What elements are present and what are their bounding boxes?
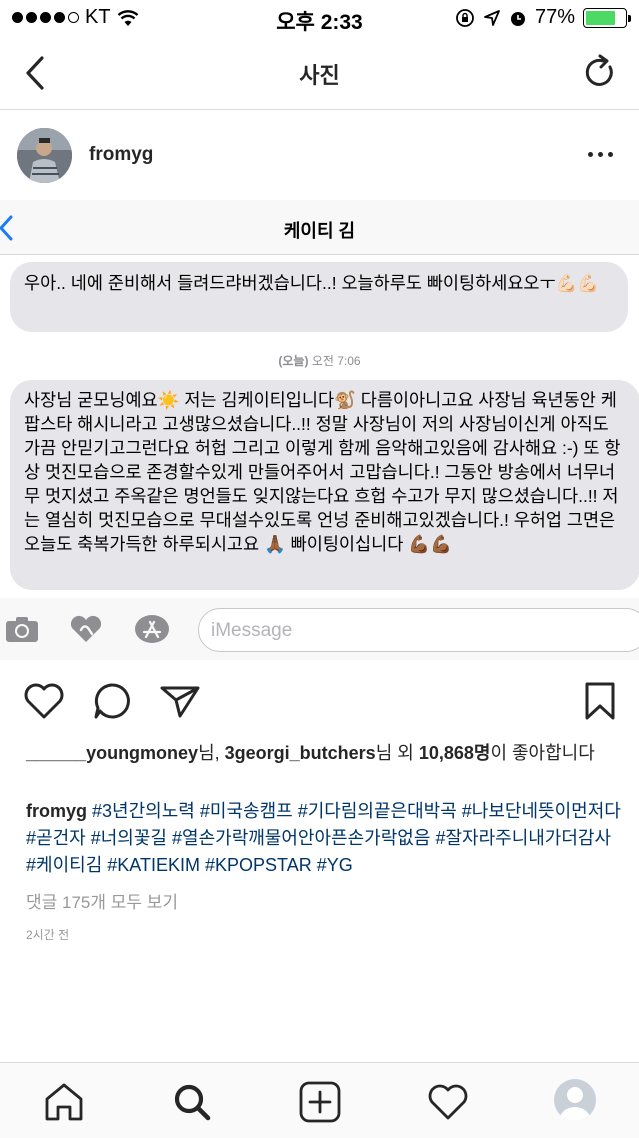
post-time: 2시간 전 (26, 928, 70, 942)
post-username[interactable]: fromyg (89, 144, 153, 166)
bookmark-icon[interactable] (578, 680, 622, 722)
liker-username[interactable]: ______youngmoney (26, 743, 198, 763)
hashtag[interactable]: #잘자라주니내가더감사 (435, 828, 611, 848)
more-horizontal-icon[interactable] (588, 152, 613, 157)
likes-summary: ______youngmoney님, 3georgi_butchers님 외 1… (26, 743, 595, 763)
hashtag[interactable]: #곧건자 (26, 828, 86, 848)
hashtag[interactable]: #기다림의끝은대박곡 (298, 801, 457, 821)
timestamp-time: 오전 7:06 (311, 354, 361, 368)
share-icon[interactable] (158, 680, 202, 722)
search-icon[interactable] (170, 1081, 214, 1123)
hashtag[interactable]: #KPOPSTAR (205, 855, 312, 875)
hashtag[interactable]: #KATIEKIM (107, 855, 200, 875)
hashtag[interactable]: #나보단네뜻이먼저다 (462, 801, 621, 821)
view-all-comments-link[interactable]: 댓글 175개 모두 보기 (26, 888, 178, 913)
status-bar: KT 오후 2:33 77% (0, 0, 639, 36)
hashtag[interactable]: #너의꽃길 (91, 828, 167, 848)
imessage-toolbar: iMessage (0, 598, 639, 660)
imessage-header: 케이티 김 (0, 200, 639, 255)
refresh-icon[interactable] (583, 54, 617, 90)
post-header: fromyg (0, 110, 639, 200)
avatar[interactable] (17, 128, 72, 183)
timestamp-day: (오늘) (278, 354, 309, 368)
camera-icon (6, 617, 38, 642)
tab-bar (0, 1062, 639, 1138)
hashtag[interactable]: #케이티김 (26, 855, 102, 875)
post-photo[interactable]: 케이티 김 우아.. 네에 준비해서 들려드랴버겠습니다..! 오늘하루도 빠이… (0, 200, 639, 660)
hashtag[interactable]: #3년간의노력 (92, 801, 195, 821)
hashtag[interactable]: #YG (317, 855, 353, 875)
imessage-contact-name: 케이티 김 (283, 221, 356, 241)
alarm-icon (510, 11, 525, 26)
battery-icon (583, 7, 631, 28)
post-actions (0, 670, 639, 734)
imessage-input: iMessage (198, 608, 639, 652)
message-bubble: 사장님 굳모닝예요☀️ 저는 김케이티입니다🐒 다름이아니고요 사장님 육년동안… (10, 380, 639, 590)
battery-percent: 77% (534, 6, 575, 28)
hashtag[interactable]: #미국송캠프 (200, 801, 293, 821)
comment-icon[interactable] (90, 680, 134, 722)
orientation-lock-icon (456, 8, 474, 27)
caption-username[interactable]: fromyg (26, 801, 87, 821)
liker-username[interactable]: 3georgi_butchers (225, 743, 376, 763)
app-store-icon (135, 615, 169, 643)
post-caption: fromyg #3년간의노력 #미국송캠프 #기다림의끝은대박곡 #나보단네뜻이… (26, 798, 626, 879)
location-icon (484, 9, 500, 26)
home-icon[interactable] (42, 1081, 86, 1123)
status-right: 77% (455, 6, 631, 29)
page-title: 사진 (299, 63, 340, 88)
digital-touch-heart-icon (70, 615, 102, 642)
profile-icon[interactable] (554, 1079, 596, 1121)
hashtag[interactable]: #열손가락깨물어안아픈손가락없음 (172, 828, 430, 848)
message-bubble: 우아.. 네에 준비해서 들려드랴버겠습니다..! 오늘하루도 빠이팅하세요오ㅜ… (10, 262, 628, 332)
heart-icon[interactable] (22, 680, 66, 722)
nav-bar: 사진 (0, 36, 639, 110)
likes-count[interactable]: 10,868명 (419, 743, 491, 763)
add-post-icon[interactable] (298, 1081, 342, 1123)
message-timestamp: (오늘) 오전 7:06 (0, 352, 639, 369)
activity-heart-icon[interactable] (426, 1081, 470, 1123)
